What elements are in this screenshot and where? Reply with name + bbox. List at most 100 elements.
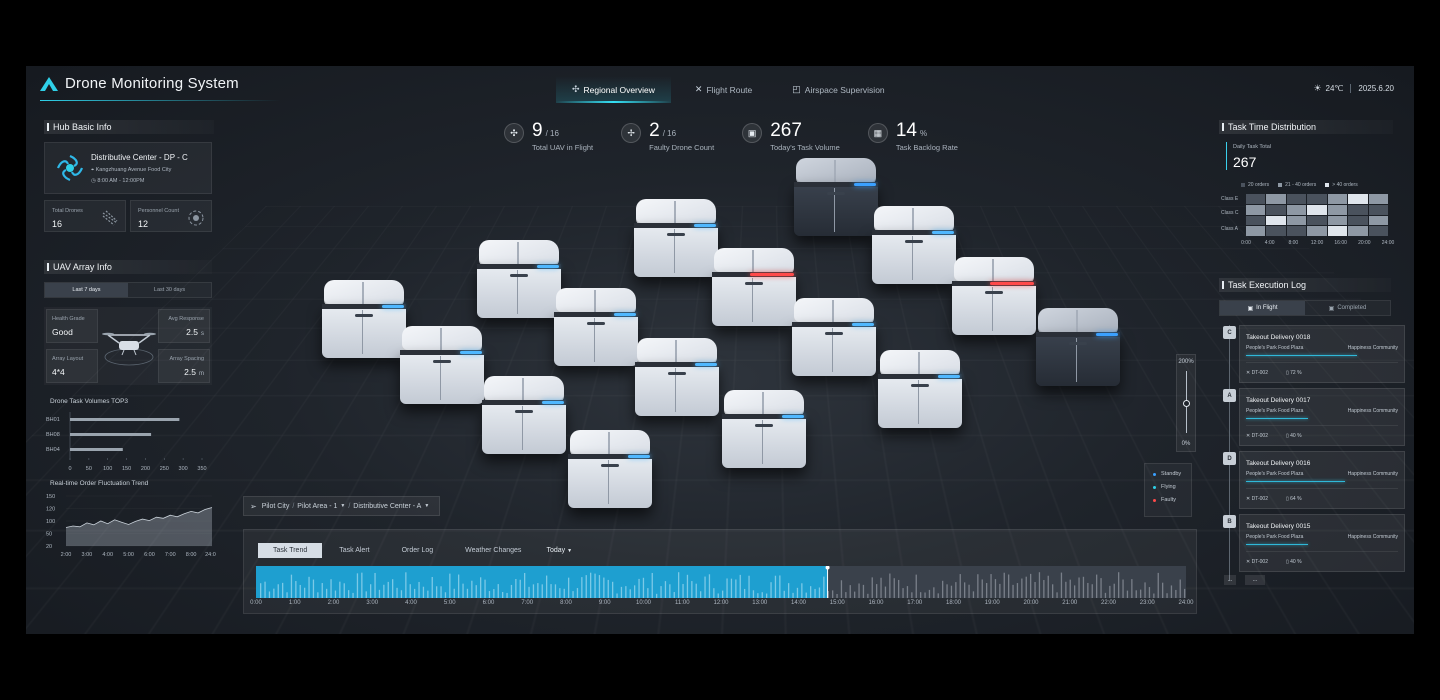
tab-label: Airspace Supervision [804,84,885,95]
timeline-node[interactable]: B [1223,515,1236,528]
tab-airspace-supervision[interactable]: ◰ Airspace Supervision [776,76,900,103]
timeline-tabs: Task Trend Task Alert Order Log Weather … [258,543,572,558]
timeline-node[interactable]: A [1223,389,1236,402]
heatmap-cell[interactable] [1368,226,1388,236]
drone-hub-box[interactable] [792,298,876,384]
heatmap-cell[interactable] [1327,226,1348,236]
rail-more-button[interactable]: ... [1224,575,1236,585]
drone-hub-box[interactable] [712,248,796,334]
tab-weather-changes[interactable]: Weather Changes [450,543,536,558]
breadcrumb-area[interactable]: Pilot Area - 1 [297,503,337,510]
hub-name: Distributive Center - DP - C [91,153,188,162]
heatmap-cell[interactable] [1246,226,1266,236]
trend-bar [568,577,570,598]
heatmap-cell[interactable] [1307,204,1327,215]
heatmap-cell[interactable] [1327,194,1348,204]
drone-hub-box[interactable] [952,257,1036,343]
heatmap-cell[interactable] [1246,204,1266,215]
heatmap-cell[interactable] [1266,204,1286,215]
task-trend-timeline[interactable] [256,566,1186,598]
heatmap-cell[interactable] [1348,204,1368,215]
task-card[interactable]: Takeout Delivery 0017 People's Park Food … [1239,388,1405,446]
heatmap-cell[interactable] [1327,215,1348,226]
zoom-handle[interactable] [1183,400,1190,407]
range-select[interactable]: Today ▼ [546,547,572,554]
trend-bar [436,586,438,598]
task-card[interactable]: Takeout Delivery 0018 People's Park Food … [1239,325,1405,383]
drone-hub-box[interactable] [794,158,878,244]
drone-hub-box[interactable] [568,430,652,516]
x-tick-label: 250 [160,466,169,472]
heatmap-cell[interactable] [1286,204,1307,215]
stat-label: Today's Task Volume [770,143,840,152]
range-last-7-days[interactable]: Last 7 days [45,283,128,297]
heatmap-cell[interactable] [1286,226,1307,236]
task-card[interactable]: Takeout Delivery 0016 People's Park Food … [1239,451,1405,509]
trend-bar [818,587,821,598]
box-lid [954,257,1034,283]
heatmap-cell[interactable] [1307,215,1327,226]
heatmap-cell[interactable] [1266,226,1286,236]
hub-card[interactable]: Distributive Center - DP - C ⌖ Kangzhuan… [44,142,212,194]
load-more-button[interactable]: ... [1245,575,1265,585]
status-light [952,281,1036,286]
drone-hub-box[interactable] [400,326,484,412]
heatmap-cell[interactable] [1368,194,1388,204]
task-destination: Happiness Community [1347,408,1398,414]
stat-label: Faulty Drone Count [649,143,715,152]
tab-flight-route[interactable]: ✕ Flight Route [679,76,768,103]
timeline-node[interactable]: D [1223,452,1236,465]
breadcrumb-city[interactable]: Pilot City [262,503,290,510]
heatmap-cell[interactable] [1368,215,1388,226]
stat-unit: / 16 [662,129,677,138]
heatmap-cell[interactable] [1307,226,1327,236]
heatmap-cell[interactable] [1368,204,1388,215]
drone-hub-box[interactable] [482,376,566,462]
heatmap-cell[interactable] [1266,194,1286,204]
tab-completed[interactable]: ▣ Completed [1305,301,1390,315]
drone-hub-box[interactable] [878,350,962,436]
tab-task-alert[interactable]: Task Alert [324,543,384,558]
drone-hub-box[interactable] [872,206,956,292]
range-last-30-days[interactable]: Last 30 days [128,283,211,297]
heatmap-cell[interactable] [1348,226,1368,236]
box-front [477,264,561,318]
timeline-tick: 2:00 [327,600,340,606]
drone-hub-box[interactable] [554,288,638,374]
zoom-slider[interactable]: 200% 0% [1176,354,1196,452]
drone-hub-box[interactable] [634,199,718,285]
drone-hub-box[interactable] [322,280,406,366]
drone-hub-box[interactable] [477,240,561,326]
tab-label: Flight Route [706,84,753,95]
drone-hub-box[interactable] [722,390,806,476]
heatmap-cell[interactable] [1307,194,1327,204]
heatmap-cell[interactable] [1348,194,1368,204]
trend-bar [1118,572,1120,598]
drone-hub-box[interactable] [1036,308,1120,394]
heatmap-cell[interactable] [1327,204,1348,215]
trend-bar [484,579,486,598]
trend-bar [590,572,592,598]
drone-hub-box[interactable] [635,338,719,424]
breadcrumb-center[interactable]: Distributive Center - A [353,503,421,510]
heatmap-cell[interactable] [1246,215,1266,226]
task-card[interactable]: Takeout Delivery 0015 People's Park Food … [1239,514,1405,572]
heatmap-cell[interactable] [1348,215,1368,226]
tab-task-trend[interactable]: Task Trend [258,543,323,558]
chevron-down-icon[interactable]: ▼ [424,503,429,509]
heatmap-cell[interactable] [1266,215,1286,226]
chevron-down-icon[interactable]: ▼ [340,503,345,509]
timeline-node[interactable]: C [1223,326,1236,339]
trend-bar [1148,587,1151,598]
trend-bar [893,578,895,598]
heatmap-cell[interactable] [1286,215,1307,226]
tab-order-log[interactable]: Order Log [387,543,449,558]
trend-bar [713,588,715,598]
heatmap-cell[interactable] [1246,194,1266,204]
box-front [722,414,806,468]
heatmap-cell[interactable] [1286,194,1307,204]
tab-regional-overview[interactable]: ✣ Regional Overview [556,76,671,103]
trend-bar [1135,590,1137,598]
tab-in-flight[interactable]: ▣ In Flight [1220,301,1305,315]
timeline-tick: 16:00 [868,600,884,606]
